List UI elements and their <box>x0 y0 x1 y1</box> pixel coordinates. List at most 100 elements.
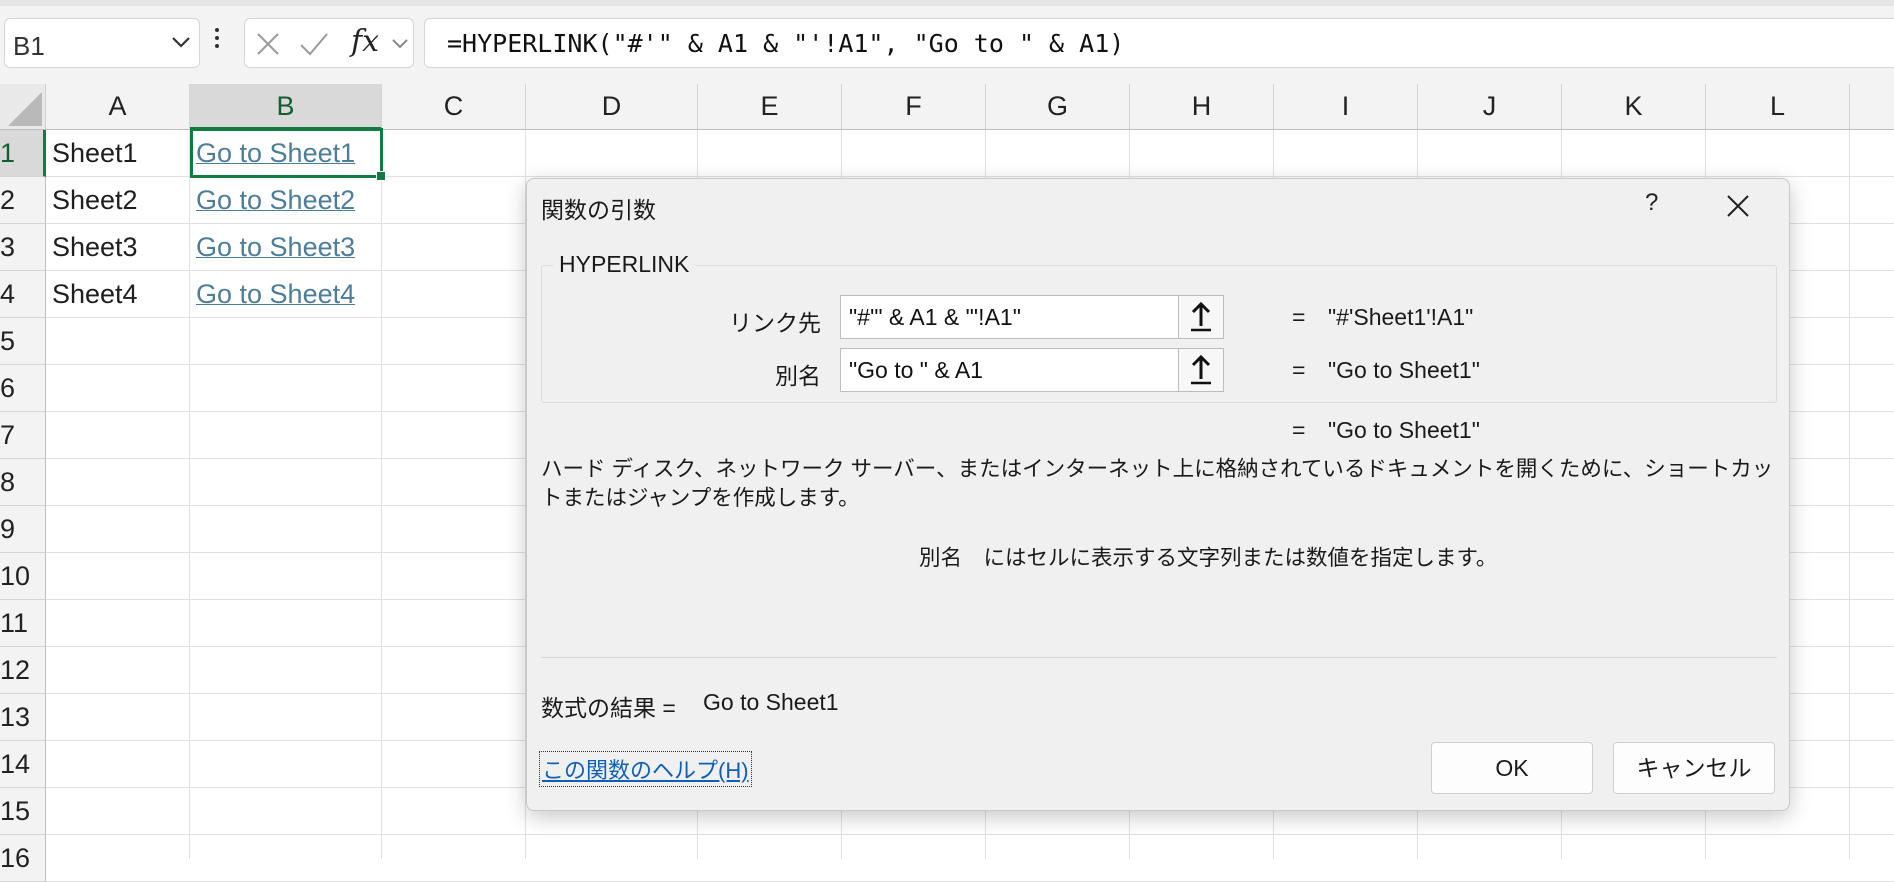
row-number: 11 <box>0 608 29 638</box>
fill-handle[interactable] <box>376 171 386 181</box>
arg-result-friendly-name: "Go to Sheet1" <box>1328 357 1480 383</box>
row-header-12[interactable]: 12 <box>0 647 46 694</box>
cancel-x-icon[interactable] <box>255 31 281 62</box>
arg-equals: = <box>1292 304 1306 330</box>
divider <box>541 657 1777 658</box>
row-header-7[interactable]: 7 <box>0 412 46 459</box>
active-cell-selection <box>190 128 386 181</box>
arg-equals: = <box>1292 357 1306 383</box>
column-header-h[interactable]: H <box>1130 84 1274 130</box>
formula-bar-area: B1 fx =HYPERLINK("#'" & A1 & "'!A1", "Go… <box>0 0 1894 84</box>
argument-description: 別名 にはセルに表示する文字列または数値を指定します。 <box>919 541 1497 572</box>
argument-description-name: 別名 <box>919 546 963 570</box>
row-header-6[interactable]: 6 <box>0 365 46 412</box>
cancel-button[interactable]: キャンセル <box>1613 742 1775 794</box>
gridline <box>189 130 190 859</box>
ok-button[interactable]: OK <box>1431 742 1593 794</box>
arg-label-friendly-name: 別名 <box>775 363 821 389</box>
row-header-11[interactable]: 11 <box>0 600 46 647</box>
expand-chevron-icon[interactable] <box>391 37 409 55</box>
row-number: 14 <box>0 749 31 779</box>
chevron-down-icon[interactable] <box>171 35 191 54</box>
row-number: 13 <box>0 702 31 732</box>
cell-a1[interactable]: Sheet1 <box>52 130 138 176</box>
arg-label-link-location: リンク先 <box>729 310 821 336</box>
row-number: 2 <box>0 185 16 215</box>
row-number: 12 <box>0 655 31 685</box>
row-number: 9 <box>0 514 16 544</box>
function-name: HYPERLINK <box>553 251 696 278</box>
arg-value-friendly-name: "Go to " & A1 <box>849 357 983 383</box>
column-header-i[interactable]: I <box>1274 84 1418 130</box>
hyperlink-cell-b2[interactable]: Go to Sheet2 <box>196 177 355 223</box>
select-all-button[interactable] <box>0 84 46 130</box>
column-header-j[interactable]: J <box>1418 84 1562 130</box>
dialog-title: 関数の引数 <box>541 197 656 223</box>
function-help-link[interactable]: この関数のヘルプ(H) <box>539 751 752 787</box>
row-header-5[interactable]: 5 <box>0 318 46 365</box>
hyperlink-cell-b3[interactable]: Go to Sheet3 <box>196 224 355 270</box>
row-number: 1 <box>0 138 16 168</box>
formula-result-label: 数式の結果 = <box>541 695 676 721</box>
enter-check-icon[interactable] <box>299 31 329 62</box>
formula-buttons: fx <box>244 18 414 68</box>
row-number: 15 <box>0 796 31 826</box>
formula-text: =HYPERLINK("#'" & A1 & "'!A1", "Go to " … <box>447 29 1125 58</box>
row-number: 4 <box>0 279 16 309</box>
collapse-dialog-arrow-icon[interactable] <box>1178 349 1223 391</box>
row-header-8[interactable]: 8 <box>0 459 46 506</box>
row-header-2[interactable]: 2 <box>0 177 46 224</box>
row-number: 7 <box>0 420 16 450</box>
column-header-b[interactable]: B <box>190 84 382 130</box>
column-header-l[interactable]: L <box>1706 84 1850 130</box>
row-number: 3 <box>0 232 16 262</box>
row-header-4[interactable]: 4 <box>0 271 46 318</box>
row-number: 8 <box>0 467 16 497</box>
row-header-14[interactable]: 14 <box>0 741 46 788</box>
collapse-dialog-arrow-icon[interactable] <box>1178 296 1223 338</box>
row-number: 16 <box>0 843 31 873</box>
row-header-9[interactable]: 9 <box>0 506 46 553</box>
cell-a3[interactable]: Sheet3 <box>52 224 138 270</box>
gridline <box>46 834 1894 835</box>
overall-result: "Go to Sheet1" <box>1328 417 1480 443</box>
insert-function-fx-icon[interactable]: fx <box>349 23 389 64</box>
overall-equals: = <box>1292 417 1306 443</box>
row-header-10[interactable]: 10 <box>0 553 46 600</box>
row-number: 10 <box>0 561 31 591</box>
name-box-value: B1 <box>13 31 45 61</box>
arg-value-link-location: "#'" & A1 & "'!A1" <box>849 304 1021 330</box>
cell-a2[interactable]: Sheet2 <box>52 177 138 223</box>
help-button[interactable]: ? <box>1645 189 1658 217</box>
column-header-e[interactable]: E <box>698 84 842 130</box>
argument-description-text: にはセルに表示する文字列または数値を指定します。 <box>983 546 1498 570</box>
name-box[interactable]: B1 <box>4 18 200 68</box>
column-header-a[interactable]: A <box>46 84 190 130</box>
row-header-15[interactable]: 15 <box>0 788 46 835</box>
hyperlink-cell-b4[interactable]: Go to Sheet4 <box>196 271 355 317</box>
arg-input-link-location[interactable]: "#'" & A1 & "'!A1" <box>840 295 1224 339</box>
gridline <box>381 130 382 859</box>
column-header-f[interactable]: F <box>842 84 986 130</box>
close-icon[interactable] <box>1725 193 1751 224</box>
formula-result-value: Go to Sheet1 <box>703 689 839 715</box>
column-header-d[interactable]: D <box>526 84 698 130</box>
function-arguments-dialog: 関数の引数 ? HYPERLINK リンク先 "#'" & A1 & "'!A1… <box>526 178 1790 811</box>
row-header-3[interactable]: 3 <box>0 224 46 271</box>
row-header-13[interactable]: 13 <box>0 694 46 741</box>
row-number: 6 <box>0 373 16 403</box>
ribbon-edge <box>0 0 1894 6</box>
function-description: ハード ディスク、ネットワーク サーバー、またはインターネット上に格納されている… <box>541 457 1774 510</box>
column-header-g[interactable]: G <box>986 84 1130 130</box>
row-header-1[interactable]: 1 <box>0 130 46 177</box>
svg-text:fx: fx <box>349 24 379 59</box>
cell-a4[interactable]: Sheet4 <box>52 271 138 317</box>
column-header-overflow <box>1850 84 1894 130</box>
row-number: 5 <box>0 326 16 356</box>
column-header-k[interactable]: K <box>1562 84 1706 130</box>
arg-input-friendly-name[interactable]: "Go to " & A1 <box>840 348 1224 392</box>
more-options-icon[interactable] <box>214 28 220 52</box>
formula-input[interactable]: =HYPERLINK("#'" & A1 & "'!A1", "Go to " … <box>424 18 1894 68</box>
column-header-c[interactable]: C <box>382 84 526 130</box>
gridline <box>1849 130 1850 859</box>
